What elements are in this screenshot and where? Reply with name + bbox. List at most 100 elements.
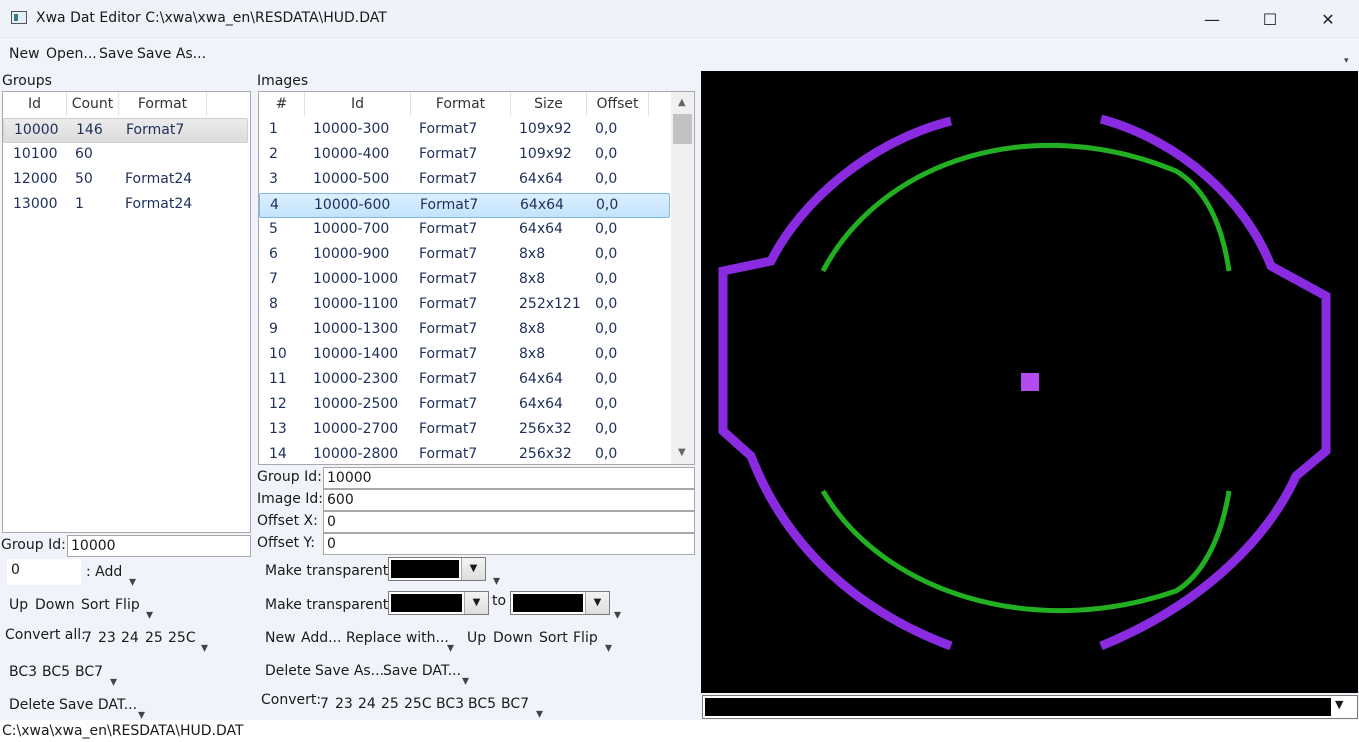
group-row[interactable]: 13000 1 Format24 [3, 193, 248, 218]
images-list[interactable]: # Id Format Size Offset 1 10000-300 Format… [258, 91, 695, 465]
image-replace-button[interactable]: Replace with... [346, 630, 449, 646]
transparent-color-select[interactable]: ▼ [388, 557, 486, 581]
convert-7[interactable]: 7 [320, 696, 329, 712]
images-scrollbar[interactable]: ▲ ▼ [671, 92, 694, 464]
image-row[interactable]: 12 10000-2500 Format7 64x64 0,0 [259, 393, 670, 418]
transparent-from-select[interactable]: ▼ [388, 591, 489, 615]
image-id-field[interactable]: 600 [323, 489, 695, 511]
image-save-dat-button[interactable]: Save DAT... [383, 663, 461, 679]
transparent-dropdown-icon[interactable]: ▾ [493, 573, 500, 589]
group-up-button[interactable]: Up [9, 597, 28, 613]
scroll-up-icon[interactable]: ▲ [678, 97, 686, 108]
image-row[interactable]: 11 10000-2300 Format7 64x64 0,0 [259, 368, 670, 393]
image-row[interactable]: 1 10000-300 Format7 109x92 0,0 [259, 118, 670, 143]
image-row[interactable]: 8 10000-1100 Format7 252x121 0,0 [259, 293, 670, 318]
group-flip-button[interactable]: Flip [115, 597, 140, 613]
convert-all-23[interactable]: 23 [98, 630, 116, 646]
group-row[interactable]: 10100 60 [3, 143, 248, 168]
convert-bc7[interactable]: BC7 [501, 696, 529, 712]
convert-23[interactable]: 23 [335, 696, 353, 712]
scroll-thumb[interactable] [673, 114, 692, 144]
col-size[interactable]: Size [511, 92, 587, 116]
offset-y-field[interactable]: 0 [323, 533, 695, 555]
col-image-format[interactable]: Format [411, 92, 511, 116]
col-id[interactable]: Id [3, 92, 67, 116]
image-row[interactable]: 6 10000-900 Format7 8x8 0,0 [259, 243, 670, 268]
col-count[interactable]: Count [67, 92, 119, 116]
image-row[interactable]: 3 10000-500 Format7 64x64 0,0 [259, 168, 670, 193]
menu-save-as[interactable]: Save As... [137, 46, 206, 62]
group-down-button[interactable]: Down [35, 597, 75, 613]
chevron-down-icon[interactable]: ▼ [461, 558, 485, 580]
menu-open[interactable]: Open... [46, 46, 97, 62]
group-delete-button[interactable]: Delete [9, 697, 55, 713]
image-new-button[interactable]: New [265, 630, 296, 646]
transparent-range-dropdown-icon[interactable]: ▾ [614, 607, 621, 623]
convert-all-bc7[interactable]: BC7 [75, 664, 103, 680]
menu-new[interactable]: New [9, 46, 40, 62]
convert-all-25[interactable]: 25 [145, 630, 163, 646]
image-row[interactable]: 13 10000-2700 Format7 256x32 0,0 [259, 418, 670, 443]
menu-save[interactable]: Save [99, 46, 133, 62]
image-row[interactable]: 4 10000-600 Format7 64x64 0,0 [259, 193, 670, 218]
image-up-button[interactable]: Up [467, 630, 486, 646]
convert-all-dropdown-icon[interactable]: ▾ [201, 640, 208, 656]
convert-all-bc-dropdown-icon[interactable]: ▾ [110, 674, 117, 690]
image-number-cell: 12 [269, 396, 287, 412]
col-format[interactable]: Format [119, 92, 207, 116]
image-row[interactable]: 7 10000-1000 Format7 8x8 0,0 [259, 268, 670, 293]
add-count-field[interactable]: 0 [7, 559, 81, 585]
group-row[interactable]: 10000 146 Format7 [3, 118, 248, 143]
image-row[interactable]: 14 10000-2800 Format7 256x32 0,0 [259, 443, 670, 464]
group-sort-button[interactable]: Sort [81, 597, 110, 613]
convert-bc5[interactable]: BC5 [468, 696, 496, 712]
group-row[interactable]: 12000 50 Format24 [3, 168, 248, 193]
col-number[interactable]: # [259, 92, 305, 116]
image-size-cell: 64x64 [519, 171, 563, 187]
title-bar: Xwa Dat Editor C:\xwa\xwa_en\RESDATA\HUD… [0, 0, 1359, 38]
image-offset-cell: 0,0 [595, 396, 618, 412]
convert-all-bc5[interactable]: BC5 [42, 664, 70, 680]
image-row[interactable]: 2 10000-400 Format7 109x92 0,0 [259, 143, 670, 168]
group-save-dat-button[interactable]: Save DAT... [59, 697, 137, 713]
chevron-down-icon[interactable]: ▼ [464, 592, 488, 614]
groups-list[interactable]: Id Count Format 10000 146 Format7 10100 60 12… [2, 91, 251, 533]
transparent-to-select[interactable]: ▼ [510, 591, 610, 615]
image-add-button[interactable]: Add... [301, 630, 341, 646]
minimize-button[interactable]: — [1183, 0, 1241, 38]
image-down-button[interactable]: Down [493, 630, 533, 646]
scroll-down-icon[interactable]: ▼ [678, 447, 686, 458]
offset-x-field[interactable]: 0 [323, 511, 695, 533]
group-id-field[interactable]: 10000 [67, 535, 251, 557]
convert-bc3[interactable]: BC3 [436, 696, 464, 712]
image-order-dropdown-icon[interactable]: ▾ [605, 640, 612, 656]
convert-all-7[interactable]: 7 [83, 630, 92, 646]
image-flip-button[interactable]: Flip [573, 630, 598, 646]
image-sort-button[interactable]: Sort [539, 630, 568, 646]
add-dropdown-icon[interactable]: ▾ [129, 574, 136, 590]
close-button[interactable]: ✕ [1299, 0, 1357, 38]
image-row[interactable]: 9 10000-1300 Format7 8x8 0,0 [259, 318, 670, 343]
col-offset[interactable]: Offset [587, 92, 649, 116]
convert-25[interactable]: 25 [381, 696, 399, 712]
group-order-dropdown-icon[interactable]: ▾ [146, 607, 153, 623]
convert-25c[interactable]: 25C [404, 696, 432, 712]
image-save-dropdown-icon[interactable]: ▾ [462, 673, 469, 689]
chevron-down-icon[interactable]: ▼ [1335, 698, 1343, 711]
col-image-id[interactable]: Id [305, 92, 411, 116]
menu-overflow-icon[interactable]: ▾ [1344, 56, 1349, 66]
convert-all-25c[interactable]: 25C [168, 630, 196, 646]
maximize-button[interactable]: ☐ [1241, 0, 1299, 38]
convert-24[interactable]: 24 [358, 696, 376, 712]
image-row[interactable]: 10 10000-1400 Format7 8x8 0,0 [259, 343, 670, 368]
image-row[interactable]: 5 10000-700 Format7 64x64 0,0 [259, 218, 670, 243]
add-group-button[interactable]: : Add [86, 564, 122, 580]
convert-all-24[interactable]: 24 [121, 630, 139, 646]
image-save-as-button[interactable]: Save As... [315, 663, 384, 679]
image-delete-button[interactable]: Delete [265, 663, 311, 679]
chevron-down-icon[interactable]: ▼ [585, 592, 609, 614]
convert-all-bc3[interactable]: BC3 [9, 664, 37, 680]
background-color-select[interactable]: ▼ [702, 695, 1358, 719]
image-group-id-field[interactable]: 10000 [323, 467, 695, 489]
image-add-dropdown-icon[interactable]: ▾ [447, 640, 454, 656]
